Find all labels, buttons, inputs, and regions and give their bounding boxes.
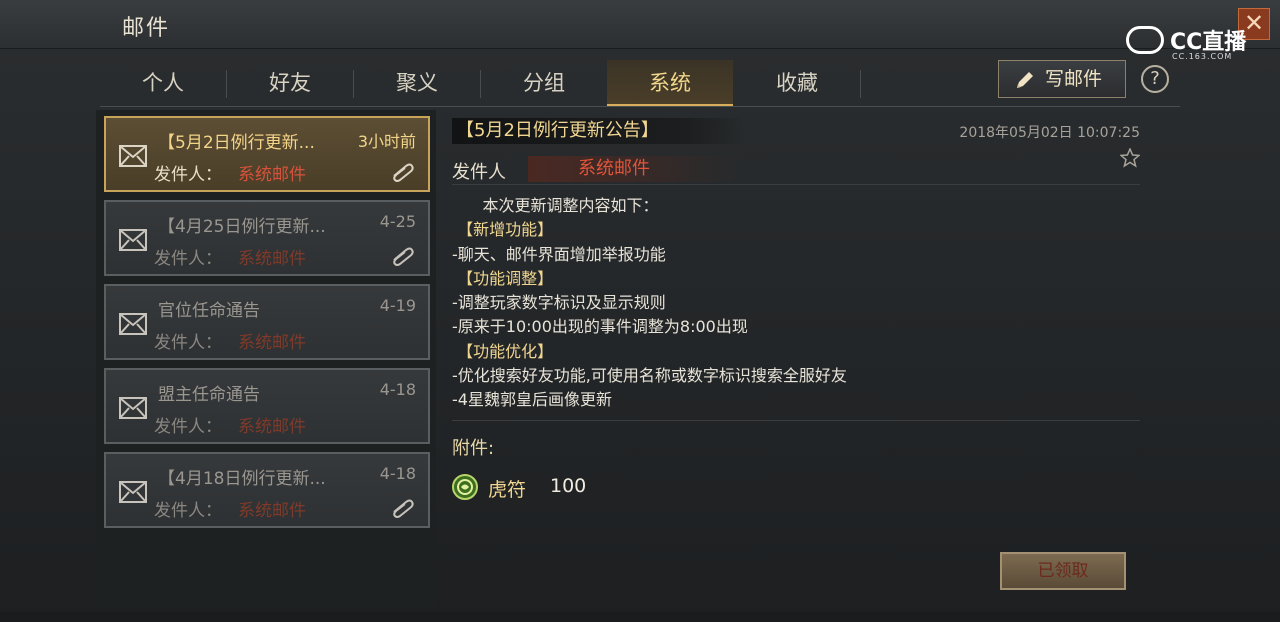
- envelope-icon: [119, 481, 147, 503]
- body-line: -聊天、邮件界面增加举报功能: [452, 244, 666, 264]
- sender-name: 系统邮件: [238, 249, 306, 269]
- cc-watermark: CC直播 CC.163.COM: [1126, 24, 1256, 64]
- envelope-icon: [119, 145, 147, 167]
- sender-label: 发件人：: [154, 249, 222, 269]
- help-button[interactable]: ?: [1141, 65, 1169, 93]
- mail-date: 4-19: [379, 296, 416, 315]
- attachment-name: 虎符: [488, 479, 527, 501]
- tab-system[interactable]: 系统: [607, 60, 733, 106]
- detail-sender-name: 系统邮件: [528, 156, 738, 182]
- envelope-icon: [119, 397, 147, 419]
- body-line: -调整玩家数字标识及显示规则: [452, 293, 666, 313]
- cc-logo-icon: [1126, 26, 1164, 54]
- write-mail-button[interactable]: 写邮件: [998, 60, 1126, 98]
- sender-name: 系统邮件: [238, 165, 306, 185]
- mail-date: 4-25: [379, 212, 416, 231]
- mail-timestamp: 2018年05月02日 10:07:25: [959, 125, 1140, 141]
- mail-date: 3小时前: [357, 132, 416, 151]
- sender-name: 系统邮件: [238, 501, 306, 521]
- mail-detail-title: 【5月2日例行更新公告】: [452, 118, 746, 144]
- pen-icon: [1017, 72, 1033, 88]
- mail-subject: 官位任命通告: [158, 301, 260, 321]
- tab-guild[interactable]: 聚义: [354, 60, 480, 106]
- sender-label: 发件人：: [154, 333, 222, 353]
- help-icon: ?: [1150, 68, 1160, 89]
- tab-divider: [860, 70, 861, 98]
- mail-date: 4-18: [379, 464, 416, 483]
- sender-name: 系统邮件: [238, 417, 306, 437]
- mail-detail: 【5月2日例行更新公告】 2018年05月02日 10:07:25 发件人 系统…: [446, 110, 1146, 608]
- sender-label: 发件人：: [154, 501, 222, 521]
- cc-sub: CC.163.COM: [1172, 52, 1233, 61]
- title-bar: 邮件 ✕: [0, 0, 1280, 49]
- envelope-icon: [119, 229, 147, 251]
- attachment-label: 附件:: [452, 438, 495, 459]
- paperclip-icon: [393, 247, 414, 266]
- favorite-star-icon[interactable]: [1120, 148, 1140, 168]
- body-line: 【功能优化】: [452, 341, 554, 361]
- mail-item[interactable]: 官位任命通告 4-19 发件人： 系统邮件: [104, 284, 430, 360]
- mail-date: 4-18: [379, 380, 416, 399]
- write-mail-label: 写邮件: [1045, 68, 1103, 90]
- mail-subject: 【4月25日例行更新...: [158, 217, 326, 237]
- sender-name: 系统邮件: [238, 333, 306, 353]
- claimed-button[interactable]: 已领取: [1000, 552, 1126, 590]
- sender-label: 发件人：: [154, 165, 222, 185]
- body-line: -优化搜索好友功能,可使用名称或数字标识搜索全服好友: [452, 366, 847, 386]
- body-line: 本次更新调整内容如下：: [452, 196, 659, 215]
- mail-item[interactable]: 【5月2日例行更新... 3小时前 发件人： 系统邮件: [104, 116, 430, 192]
- tab-personal[interactable]: 个人: [100, 60, 226, 106]
- tab-favorites[interactable]: 收藏: [734, 60, 860, 106]
- attachment-quantity: 100: [550, 475, 587, 497]
- divider: [452, 184, 1140, 185]
- tabs-underline: [100, 106, 1180, 107]
- mail-item[interactable]: 【4月18日例行更新... 4-18 发件人： 系统邮件: [104, 452, 430, 528]
- detail-sender-label: 发件人: [452, 162, 506, 183]
- paperclip-icon: [393, 163, 414, 182]
- body-line: -4星魏郭皇后画像更新: [452, 390, 612, 410]
- mail-subject: 盟主任命通告: [158, 385, 260, 405]
- body-line: -原来于10:00出现的事件调整为8:00出现: [452, 317, 748, 337]
- body-line: 【功能调整】: [452, 268, 554, 288]
- sender-label: 发件人：: [154, 417, 222, 437]
- window-title: 邮件: [122, 16, 171, 41]
- tiger-token-icon: [452, 474, 478, 500]
- envelope-icon: [119, 313, 147, 335]
- mail-body: 本次更新调整内容如下： 【新增功能】 -聊天、邮件界面增加举报功能 【功能调整】…: [452, 194, 847, 413]
- mail-item[interactable]: 盟主任命通告 4-18 发件人： 系统邮件: [104, 368, 430, 444]
- divider: [452, 420, 1140, 421]
- bottom-bar: [0, 612, 1280, 622]
- mail-subject: 【5月2日例行更新...: [158, 133, 315, 153]
- mail-subject: 【4月18日例行更新...: [158, 469, 326, 489]
- paperclip-icon: [393, 499, 414, 518]
- mail-item[interactable]: 【4月25日例行更新... 4-25 发件人： 系统邮件: [104, 200, 430, 276]
- mail-tabs: 个人 好友 聚义 分组 系统 收藏: [100, 60, 861, 106]
- body-line: 【新增功能】: [452, 220, 554, 240]
- tab-group[interactable]: 分组: [481, 60, 607, 106]
- tab-friends[interactable]: 好友: [227, 60, 353, 106]
- mail-list: 【5月2日例行更新... 3小时前 发件人： 系统邮件 【4月25日例行更新..…: [96, 110, 436, 608]
